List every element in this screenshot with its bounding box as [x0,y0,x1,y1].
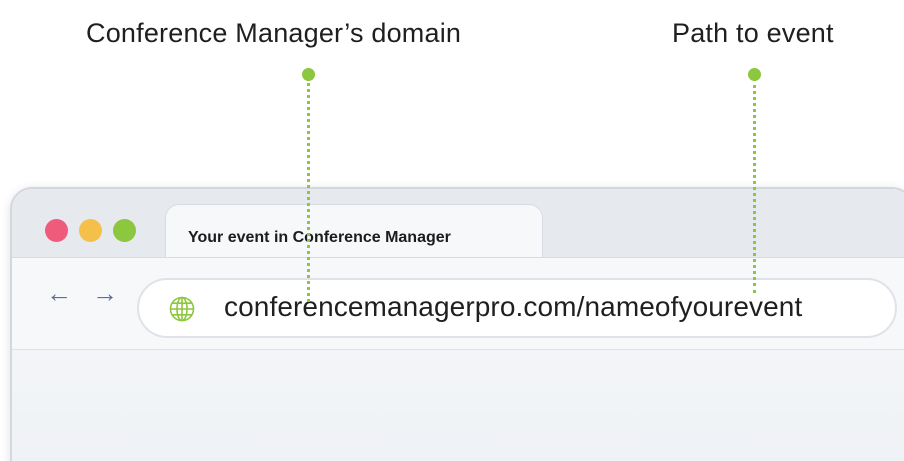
maximize-window-button[interactable] [113,219,136,242]
close-window-button[interactable] [45,219,68,242]
globe-icon [169,296,195,322]
domain-annotation-label: Conference Manager’s domain [86,18,462,48]
page-content-area [12,349,904,461]
url-text: conferencemanagerpro.com/nameofyourevent [224,291,803,322]
minimize-window-button[interactable] [79,219,102,242]
address-bar[interactable]: conferencemanagerpro.com/nameofyourevent [137,278,897,338]
browser-window: Your event in Conference Manager ← → con… [10,187,904,461]
window-controls [45,219,136,242]
diagram: Conference Manager’s domain Path to even… [0,0,904,461]
arrow-right-icon[interactable]: → [92,280,118,306]
tab-strip: Your event in Conference Manager [12,189,904,266]
path-annotation-label: Path to event [672,18,834,48]
tab-title: Your event in Conference Manager [188,229,451,246]
domain-callout-line [307,78,310,302]
browser-toolbar: ← → conferencemanagerpro.com/nameofyoure… [12,257,904,350]
path-callout-line [753,78,756,293]
arrow-left-icon[interactable]: ← [46,280,72,306]
